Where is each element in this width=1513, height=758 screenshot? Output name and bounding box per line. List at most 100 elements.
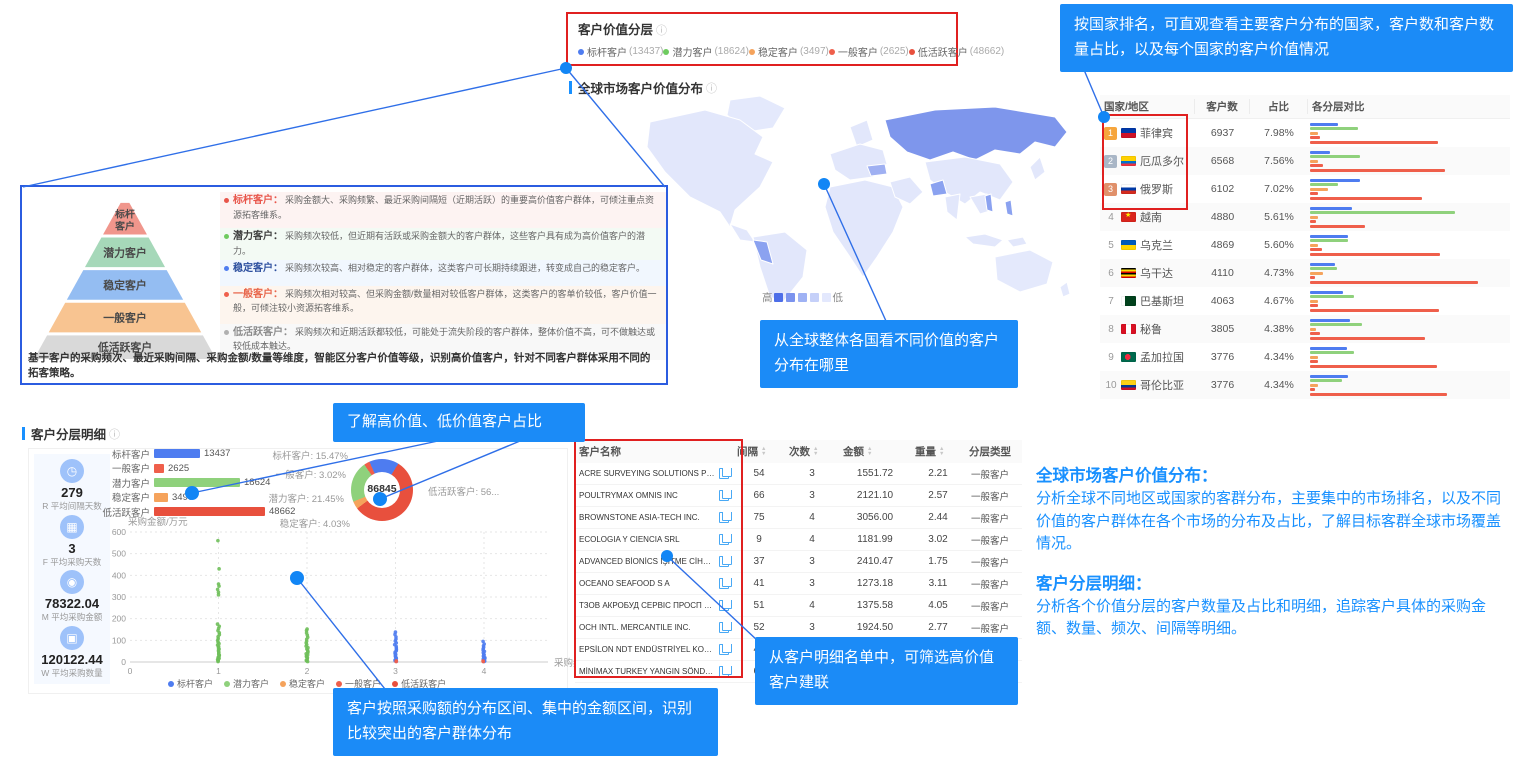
legend-item[interactable]: 稳定客户 (3497)	[749, 44, 829, 59]
purchase-scatter-chart: 600500400300200100001234采购金额/万元采购频次	[108, 516, 578, 676]
country-tier-bars	[1308, 345, 1510, 369]
copy-icon[interactable]	[719, 512, 729, 523]
stat-value: 279	[42, 485, 102, 500]
country-row[interactable]: 3俄罗斯61027.02%	[1100, 175, 1510, 203]
country-name: 巴基斯坦	[1140, 293, 1184, 309]
country-row[interactable]: 8秘鲁38054.38%	[1100, 315, 1510, 343]
scatter-point	[481, 640, 485, 644]
rank-number: 6	[1104, 268, 1118, 279]
customer-name-cell: MİNİMAX TURKEY YANGIN SÖNDÜRME SANAYİ VE…	[575, 666, 733, 677]
info-icon[interactable]: ⓘ	[706, 80, 717, 96]
scatter-legend-item[interactable]: 稳定客户	[280, 677, 325, 690]
copy-icon[interactable]	[719, 622, 729, 633]
tier-mini-bar	[1310, 276, 1315, 279]
axis-tick-label: 4	[482, 666, 487, 676]
copy-icon[interactable]	[719, 600, 729, 611]
country-share: 4.67%	[1250, 295, 1308, 307]
tier-dot-icon	[224, 330, 229, 335]
customer-amount: 1924.50	[839, 622, 911, 633]
country-row[interactable]: 7巴基斯坦40634.67%	[1100, 287, 1510, 315]
legend-panel-title: 客户价值分层ⓘ	[578, 19, 667, 38]
customer-table-header: 客户名称间隔▲▼次数▲▼金额▲▼重量▲▼分层类型	[575, 440, 1022, 463]
customer-row[interactable]: ТЗОВ АКРОБУД СЕРВІС ПРОСП ПЕРЕМОГИ 91 51 4…	[575, 595, 1022, 617]
copy-icon[interactable]	[719, 468, 729, 479]
customer-row[interactable]: OCH INTL. MERCANTILE INC.5231924.502.77一…	[575, 617, 1022, 639]
map-legend-swatch	[810, 293, 819, 302]
country-customers: 4063	[1195, 295, 1250, 307]
tier-bar	[154, 449, 200, 458]
tier-mini-bar	[1310, 323, 1362, 326]
legend-item[interactable]: 潜力客户 (18624)	[663, 44, 748, 59]
rank-number: 9	[1104, 352, 1118, 363]
country-row[interactable]: 6乌干达41104.73%	[1100, 259, 1510, 287]
tier-desc-text: 一般客户：采购频次相对较高、但采购金额/数量相对较低客户群体，这类客户的客单价较…	[233, 288, 662, 322]
copy-icon[interactable]	[719, 534, 729, 545]
stat-label: M 平均采购金额	[42, 611, 102, 623]
customer-interval: 37	[733, 556, 785, 567]
rank-badge: 3	[1104, 183, 1117, 196]
customer-name: POULTRYMAX OMNIS INC	[579, 491, 716, 500]
legend-item[interactable]: 低活跃客户 (48662)	[909, 44, 1004, 59]
tier-desc-text: 潜力客户：采购频次较低，但近期有活跃或采购金额大的客户群体，这些客户具有成为高价…	[233, 230, 662, 258]
sort-icon[interactable]: ▲▼	[939, 447, 944, 456]
country-row[interactable]: 4越南48805.61%	[1100, 203, 1510, 231]
legend-label: 潜力客户	[672, 44, 712, 59]
customer-interval: 52	[733, 622, 785, 633]
legend-dot-icon	[578, 49, 584, 55]
tier-mini-bar	[1310, 393, 1447, 396]
sort-icon[interactable]: ▲▼	[761, 447, 766, 456]
tier-mini-bar	[1310, 244, 1318, 247]
customer-row[interactable]: POULTRYMAX OMNIS INC6632121.102.57一般客户	[575, 485, 1022, 507]
scatter-point	[216, 539, 220, 543]
customer-amount: 2121.10	[839, 490, 911, 501]
customer-row[interactable]: ADVANCED BİONİCS İŞİTME CİHAZLARI TİCARE…	[575, 551, 1022, 573]
copy-icon[interactable]	[719, 666, 729, 677]
country-row[interactable]: 10哥伦比亚37764.34%	[1100, 371, 1510, 399]
tier-mini-bar	[1310, 309, 1439, 312]
scatter-point	[305, 627, 309, 631]
tier-mini-bar	[1310, 132, 1318, 135]
legend-item[interactable]: 标杆客户 (13437)	[578, 44, 663, 59]
customer-row[interactable]: ECOLOGIA Y CIENCIA SRL941181.993.02一般客户	[575, 529, 1022, 551]
country-row[interactable]: 2厄瓜多尔65687.56%	[1100, 147, 1510, 175]
info-icon[interactable]: ⓘ	[656, 25, 667, 37]
copy-icon[interactable]	[719, 644, 729, 655]
tier-description: 一般客户：采购频次相对较高、但采购金额/数量相对较低客户群体，这类客户的客单价较…	[220, 286, 666, 324]
map-callout: 从全球整体各国看不同价值的客户分布在哪里	[760, 320, 1018, 388]
tier-mini-bar	[1310, 188, 1328, 191]
copy-icon[interactable]	[719, 556, 729, 567]
country-row[interactable]: 5乌克兰48695.60%	[1100, 231, 1510, 259]
scatter-legend-item[interactable]: 标杆客户	[168, 677, 213, 690]
copy-icon[interactable]	[719, 578, 729, 589]
country-name: 乌干达	[1140, 265, 1173, 281]
stat-block: ▣120122.44W 平均采购数量	[41, 626, 102, 679]
customer-name: ТЗОВ АКРОБУД СЕРВІС ПРОСП ПЕРЕМОГИ 91	[579, 601, 716, 610]
customer-weight: 4.05	[911, 600, 965, 611]
customer-interval: 54	[733, 468, 785, 479]
stat-block: ◉78322.04M 平均采购金额	[42, 570, 102, 623]
country-row[interactable]: 9孟加拉国37764.34%	[1100, 343, 1510, 371]
customer-tier: 一般客户	[965, 555, 1022, 569]
country-share: 7.56%	[1250, 155, 1308, 167]
country-tier-bars	[1308, 261, 1510, 285]
customer-name-cell: ADVANCED BİONİCS İŞİTME CİHAZLARI TİCARE…	[575, 556, 733, 567]
customer-row[interactable]: OCEANO SEAFOOD S A4131273.183.11一般客户	[575, 573, 1022, 595]
customer-name: BROWNSTONE ASIA-TECH INC.	[579, 513, 716, 522]
customer-interval: 51	[733, 600, 785, 611]
customer-tier: 一般客户	[965, 577, 1022, 591]
scatter-legend-item[interactable]: 潜力客户	[224, 677, 269, 690]
sort-icon[interactable]: ▲▼	[867, 447, 872, 456]
country-row[interactable]: 1菲律宾69377.98%	[1100, 119, 1510, 147]
customer-name-cell: ECOLOGIA Y CIENCIA SRL	[575, 534, 733, 545]
tier-mini-bar	[1310, 141, 1438, 144]
customer-row[interactable]: ACRE SURVEYING SOLUTIONS PERU S A C AC54…	[575, 463, 1022, 485]
donut-slice-label: 稳定客户: 4.03%	[242, 516, 350, 530]
info-icon[interactable]: ⓘ	[109, 426, 120, 442]
flag-icon-ru	[1121, 184, 1136, 194]
stat-r-icon: ◷	[60, 459, 84, 483]
customer-row[interactable]: BROWNSTONE ASIA-TECH INC.7543056.002.44一…	[575, 507, 1022, 529]
tier-bar	[154, 493, 168, 502]
copy-icon[interactable]	[719, 490, 729, 501]
sort-icon[interactable]: ▲▼	[813, 447, 818, 456]
legend-item[interactable]: 一般客户 (2625)	[829, 44, 909, 59]
